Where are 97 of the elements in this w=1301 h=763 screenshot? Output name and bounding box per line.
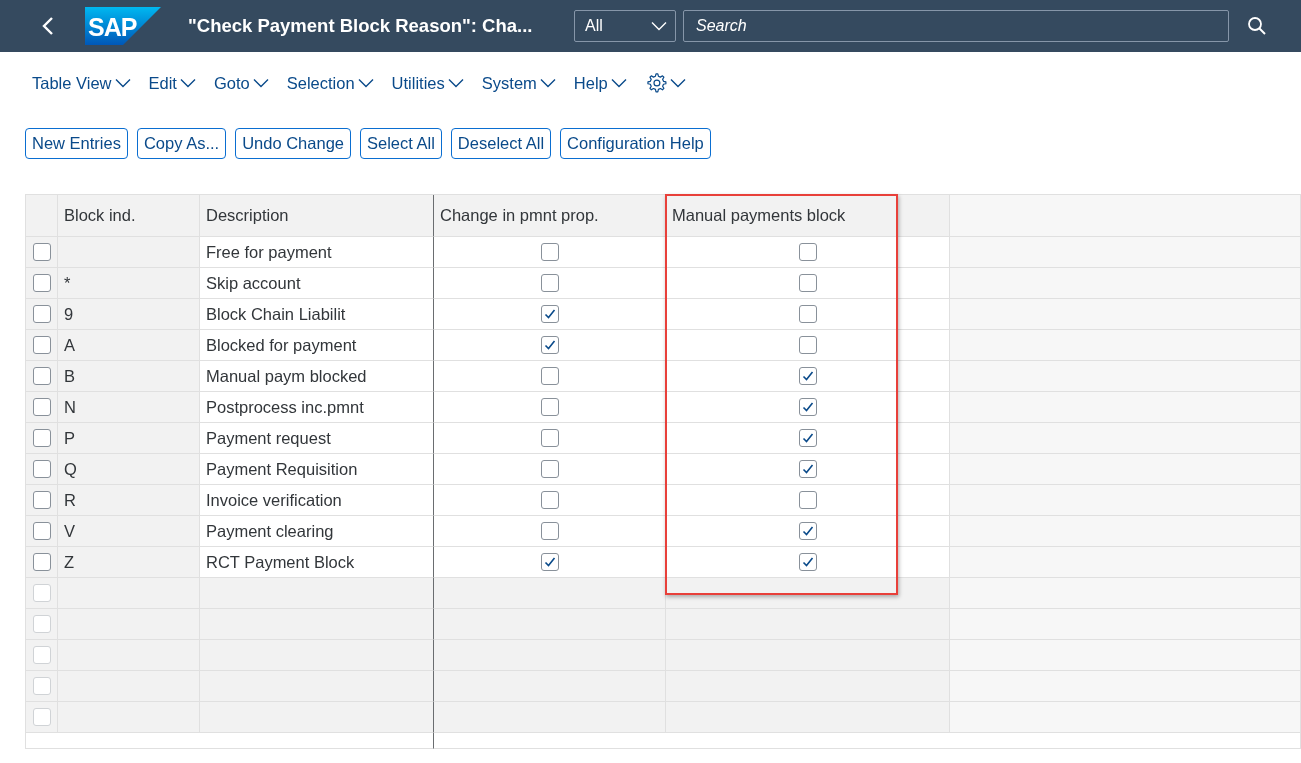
menu-item[interactable]: System xyxy=(481,73,556,93)
row-selector[interactable] xyxy=(32,460,51,478)
checkbox[interactable] xyxy=(798,429,817,447)
check-icon xyxy=(801,464,814,474)
checkbox[interactable] xyxy=(798,305,817,323)
checkbox[interactable] xyxy=(540,491,559,509)
row-selector[interactable] xyxy=(32,491,51,509)
search-icon xyxy=(1247,16,1267,36)
check-icon xyxy=(801,371,814,381)
table-cell: 9 xyxy=(58,299,200,330)
table-cell: N xyxy=(58,392,200,423)
menu-item[interactable]: Utilities xyxy=(391,73,464,93)
chevron-down-icon xyxy=(179,78,196,88)
chevron-down-icon xyxy=(669,78,686,88)
menu-item[interactable]: Goto xyxy=(213,73,269,93)
check-icon xyxy=(801,557,814,567)
row-selector[interactable] xyxy=(32,367,51,385)
scope-select[interactable]: All xyxy=(574,10,676,42)
checkbox[interactable] xyxy=(798,367,817,385)
row-selector[interactable] xyxy=(32,305,51,323)
table-cell: A xyxy=(58,330,200,361)
table-cell: P xyxy=(58,423,200,454)
checkbox[interactable] xyxy=(798,460,817,478)
column-header[interactable]: Change in pmnt prop. xyxy=(434,195,666,237)
toolbar-button[interactable]: Select All xyxy=(360,128,442,159)
table-cell: B xyxy=(58,361,200,392)
checkbox[interactable] xyxy=(540,522,559,540)
column-header[interactable]: Description xyxy=(200,195,434,237)
table-cell: Manual paym blocked xyxy=(200,361,434,392)
toolbar-button[interactable]: Configuration Help xyxy=(560,128,711,159)
menu-item[interactable]: Edit xyxy=(148,73,196,93)
checkbox[interactable] xyxy=(540,305,559,323)
row-selector[interactable] xyxy=(32,429,51,447)
checkbox[interactable] xyxy=(540,398,559,416)
window-title: "Check Payment Block Reason": Cha... xyxy=(188,15,534,37)
menu-item[interactable]: Table View xyxy=(32,73,131,93)
chevron-down-icon xyxy=(447,78,464,88)
row-selector[interactable] xyxy=(32,336,51,354)
logo: SAP xyxy=(85,7,161,45)
checkbox[interactable] xyxy=(798,398,817,416)
table-cell: Payment clearing xyxy=(200,516,434,547)
checkbox[interactable] xyxy=(798,491,817,509)
table-cell: Free for payment xyxy=(200,237,434,268)
column-header[interactable]: Block ind. xyxy=(58,195,200,237)
settings-icon xyxy=(644,72,667,94)
checkbox[interactable] xyxy=(540,367,559,385)
table-cell: V xyxy=(58,516,200,547)
table-cell: Payment Requisition xyxy=(200,454,434,485)
table-cell: Q xyxy=(58,454,200,485)
checkbox[interactable] xyxy=(798,522,817,540)
row-selector[interactable] xyxy=(32,243,51,261)
checkbox[interactable] xyxy=(540,429,559,447)
check-icon xyxy=(801,433,814,443)
checkbox[interactable] xyxy=(798,553,817,571)
checkbox[interactable] xyxy=(540,553,559,571)
back-icon xyxy=(42,16,54,36)
checkbox[interactable] xyxy=(540,460,559,478)
checkbox[interactable] xyxy=(540,336,559,354)
table-cell: * xyxy=(58,268,200,299)
column-header[interactable]: Manual payments block xyxy=(666,195,950,237)
checkbox[interactable] xyxy=(798,274,817,292)
table-cell: Payment request xyxy=(200,423,434,454)
chevron-down-icon xyxy=(252,78,269,88)
checkbox[interactable] xyxy=(540,243,559,261)
table-cell: Invoice verification xyxy=(200,485,434,516)
toolbar-button[interactable]: Copy As... xyxy=(136,128,227,159)
table-cell: R xyxy=(58,485,200,516)
row-selector[interactable] xyxy=(32,274,51,292)
toolbar-button[interactable]: Undo Change xyxy=(235,128,351,159)
table-cell: Blocked for payment xyxy=(200,330,434,361)
menu-item[interactable]: Help xyxy=(573,73,627,93)
check-icon xyxy=(543,309,556,319)
chevron-down-icon xyxy=(651,21,667,31)
row-selector[interactable] xyxy=(32,553,51,571)
checkbox[interactable] xyxy=(798,243,817,261)
table-cell: Skip account xyxy=(200,268,434,299)
check-icon xyxy=(543,557,556,567)
checkbox[interactable] xyxy=(540,274,559,292)
chevron-down-icon xyxy=(357,78,374,88)
checkbox[interactable] xyxy=(798,336,817,354)
table-cell: RCT Payment Block xyxy=(200,547,434,578)
row-selector[interactable] xyxy=(32,398,51,416)
table-cell: Postprocess inc.pmnt xyxy=(200,392,434,423)
chevron-down-icon xyxy=(539,78,556,88)
chevron-down-icon xyxy=(114,78,131,88)
table-cell: Z xyxy=(58,547,200,578)
menu-item[interactable]: Selection xyxy=(286,73,374,93)
toolbar-button[interactable]: Deselect All xyxy=(450,128,552,159)
search-field[interactable]: Search xyxy=(683,10,1229,42)
row-selector[interactable] xyxy=(32,522,51,540)
toolbar-button[interactable]: New Entries xyxy=(25,128,128,159)
check-icon xyxy=(801,526,814,536)
check-icon xyxy=(543,340,556,350)
check-icon xyxy=(801,402,814,412)
settings-menu-button[interactable] xyxy=(644,72,686,94)
table-cell: Block Chain Liabilit xyxy=(200,299,434,330)
chevron-down-icon xyxy=(610,78,627,88)
